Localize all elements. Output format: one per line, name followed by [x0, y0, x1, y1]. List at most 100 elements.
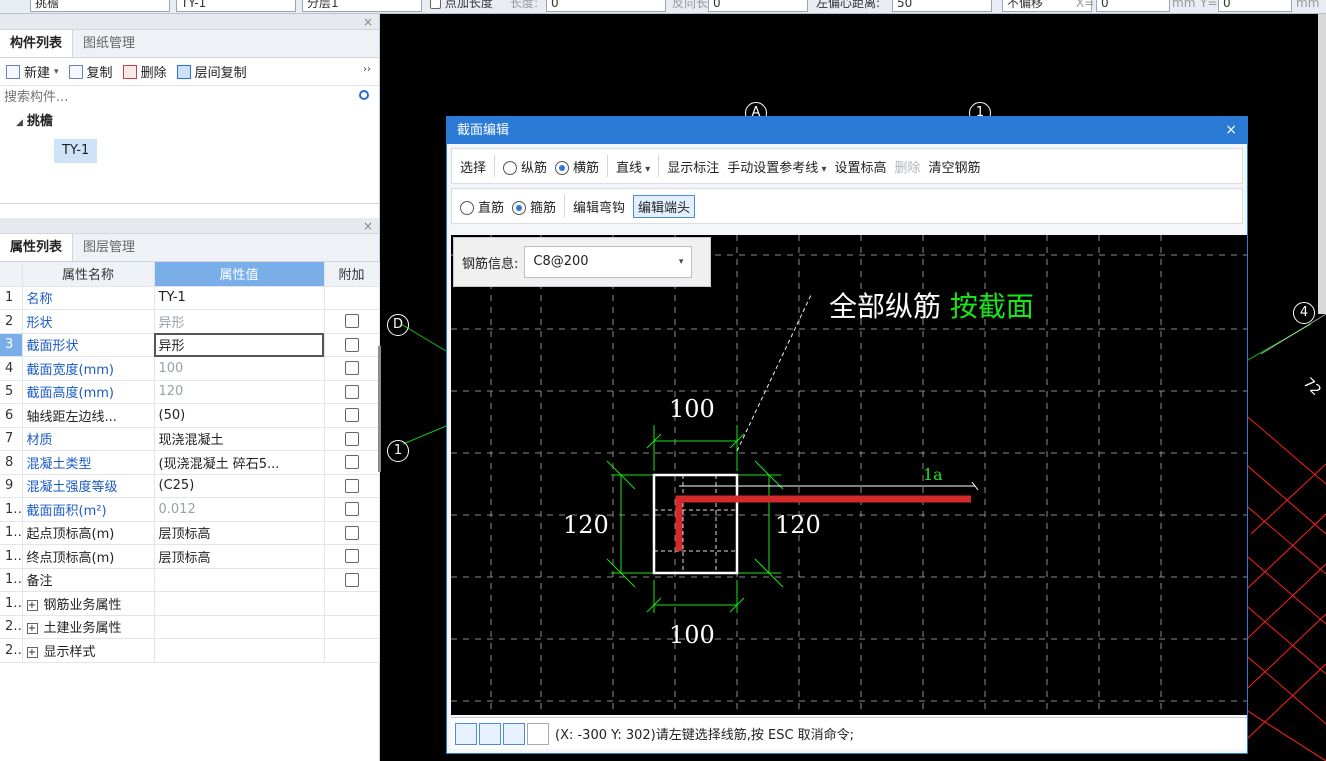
offset-snap-icon[interactable] [527, 722, 549, 745]
transverse-radio[interactable]: 横筋 [555, 157, 599, 176]
table-row[interactable]: 7 材质 现浇混凝土 [0, 427, 380, 451]
property-value[interactable]: (50) [154, 403, 325, 428]
table-row[interactable]: 6 轴线距左边线... (50) [0, 403, 380, 428]
tab-drawing-management[interactable]: 图纸管理 [73, 30, 145, 57]
table-row[interactable]: 3 截面形状 异形 [0, 333, 380, 357]
rebar-info-label: 钢筋信息: [462, 256, 519, 272]
point-length-checkbox[interactable]: 点加长度 [430, 0, 493, 12]
property-value[interactable]: (C25) [154, 474, 325, 498]
attach-checkbox[interactable] [344, 384, 359, 399]
x-input[interactable]: 0 [1096, 0, 1170, 12]
attach-checkbox[interactable] [344, 549, 359, 564]
vertical-scrollbar[interactable] [1318, 14, 1326, 314]
attach-checkbox[interactable] [344, 361, 359, 376]
close-icon[interactable]: × [363, 14, 373, 30]
perpendicular-snap-icon[interactable] [503, 722, 525, 745]
type-select[interactable]: 挑檐 [30, 0, 170, 12]
attach-checkbox[interactable] [344, 572, 359, 587]
delete-button[interactable]: 删除 [895, 157, 921, 176]
attach-checkbox[interactable] [344, 431, 359, 446]
property-value[interactable]: 现浇混凝土 [154, 427, 325, 451]
ortho-snap-icon[interactable] [455, 722, 477, 745]
table-row[interactable]: 1 名称 TY-1 [0, 286, 380, 310]
delete-button[interactable]: 删除 [122, 62, 167, 81]
table-row[interactable]: 11 起点顶标高(m) 层顶标高 [0, 521, 380, 545]
property-value[interactable]: 0.012 [154, 497, 325, 522]
table-row[interactable]: 12 终点顶标高(m) 层顶标高 [0, 544, 380, 569]
table-row-group[interactable]: 29 + 显示样式 [0, 638, 380, 663]
chevron-down-icon: ▾ [678, 257, 684, 267]
dialog-title-bar[interactable]: 截面编辑 × [447, 117, 1247, 144]
expand-icon[interactable]: + [26, 599, 38, 611]
attach-checkbox[interactable] [344, 525, 359, 540]
straight-radio[interactable]: 直筋 [460, 197, 504, 216]
attach-checkbox[interactable] [344, 502, 359, 517]
layer-select[interactable]: 分层1 [302, 0, 422, 12]
tab-layer-management[interactable]: 图层管理 [73, 234, 145, 261]
property-value[interactable]: 层顶标高 [154, 521, 325, 545]
tab-property-list[interactable]: 属性列表 [0, 234, 74, 261]
expand-icon[interactable]: + [26, 623, 38, 635]
section-outline[interactable] [652, 473, 739, 575]
set-elevation-button[interactable]: 设置标高 [835, 157, 887, 176]
search-icon[interactable] [359, 90, 369, 100]
tree-category[interactable]: ◢ 挑檐 [0, 108, 379, 137]
property-name: 终点顶标高(m) [22, 544, 155, 569]
manual-ref-line-button[interactable]: 手动设置参考线 [727, 157, 826, 176]
longitudinal-radio[interactable]: 纵筋 [503, 157, 547, 176]
attach-checkbox[interactable] [344, 337, 359, 352]
table-row-group[interactable]: 23 + 土建业务属性 [0, 615, 380, 639]
reverse-length-input[interactable]: 0 [708, 0, 808, 12]
attach-checkbox[interactable] [344, 478, 359, 493]
tab-component-list[interactable]: 构件列表 [0, 30, 74, 57]
table-row[interactable]: 8 混凝土类型 (现浇混凝土 碎石5... [0, 450, 380, 475]
select-button[interactable]: 选择 [460, 157, 486, 176]
rebar-stirrup[interactable] [675, 495, 971, 551]
copy-button[interactable]: 复制 [68, 62, 113, 81]
property-value[interactable]: (现浇混凝土 碎石5... [154, 450, 325, 475]
collapse-triangle-icon[interactable]: ◢ [16, 118, 23, 128]
floor-copy-button[interactable]: 层间复制 [176, 62, 247, 81]
diagonal-snap-icon[interactable] [479, 722, 501, 745]
y-input[interactable]: 0 [1218, 0, 1292, 12]
stirrup-radio[interactable]: 箍筋 [512, 197, 556, 216]
property-value[interactable]: TY-1 [154, 286, 325, 310]
property-value[interactable]: 异形 [154, 309, 325, 334]
tree-item-ty1[interactable]: TY-1 [54, 139, 98, 163]
show-dim-button[interactable]: 显示标注 [667, 157, 719, 176]
table-row[interactable]: 13 备注 [0, 568, 380, 592]
property-value[interactable]: 异形 [154, 333, 325, 357]
edit-end-button[interactable]: 编辑端头 [633, 194, 696, 218]
table-row-group[interactable]: 14 + 钢筋业务属性 [0, 591, 380, 616]
property-value[interactable]: 120 [154, 380, 325, 404]
section-drawing-area[interactable]: 全部纵筋 按截面 100 100 120 120 1a 钢筋信息: C8@200… [451, 235, 1247, 715]
property-value[interactable]: 100 [154, 356, 325, 381]
more-icon[interactable]: ›› [363, 64, 371, 75]
attach-checkbox[interactable] [344, 408, 359, 423]
edit-hook-button[interactable]: 编辑弯钩 [573, 197, 625, 216]
length-input[interactable]: 0 [546, 0, 666, 12]
table-row[interactable]: 4 截面宽度(mm) 100 [0, 356, 380, 381]
clear-rebar-button[interactable]: 清空钢筋 [929, 157, 981, 176]
property-value[interactable] [154, 568, 325, 592]
component-select[interactable]: TY-1 [176, 0, 296, 12]
table-row[interactable]: 2 形状 异形 [0, 309, 380, 334]
dim-label-bottom: 100 [669, 621, 715, 649]
expand-icon[interactable]: + [26, 646, 38, 658]
new-button[interactable]: 新建 ▾ [6, 62, 59, 81]
table-row[interactable]: 9 混凝土强度等级 (C25) [0, 474, 380, 498]
offset-input[interactable]: 50 [892, 0, 992, 12]
close-icon[interactable]: × [363, 218, 373, 234]
rebar-info-select[interactable]: C8@200 ▾ [524, 246, 693, 278]
table-row[interactable]: 5 截面高度(mm) 120 [0, 380, 380, 404]
line-type-dropdown[interactable]: 直线 [616, 157, 650, 176]
property-name: 截面高度(mm) [22, 380, 155, 404]
close-icon[interactable]: × [1225, 117, 1237, 144]
table-header: 属性名称 属性值 附加 [0, 262, 380, 287]
table-row[interactable]: 10 截面面积(m²) 0.012 [0, 497, 380, 522]
property-value[interactable]: 层顶标高 [154, 544, 325, 569]
attach-checkbox[interactable] [344, 314, 359, 329]
search-input[interactable] [0, 86, 379, 108]
radio-selected-icon [512, 201, 527, 215]
attach-checkbox[interactable] [344, 455, 359, 470]
